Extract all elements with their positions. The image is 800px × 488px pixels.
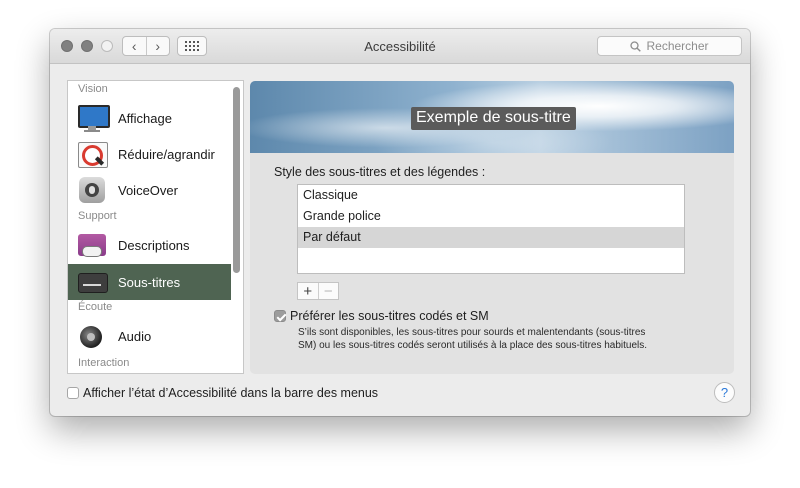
prefer-sdh-description: S’ils sont disponibles, les sous-titres … [298, 326, 698, 352]
sidebar-item-label: Audio [118, 328, 152, 344]
help-icon: ? [720, 385, 729, 400]
description-line: SM) ou les sous-titres codés seront util… [298, 340, 648, 351]
search-icon [630, 40, 642, 52]
preferences-window: ‹ › Accessibilité Rechercher Vision Affi… [50, 29, 750, 416]
display-icon [76, 102, 110, 134]
prefer-sdh-checkbox[interactable] [274, 310, 286, 322]
style-list-label: Style des sous-titres et des légendes : [274, 165, 486, 179]
sidebar-item-label: VoiceOver [118, 182, 178, 198]
sidebar-item-reduire-agrandir[interactable]: Réduire/agrandir [68, 136, 231, 172]
sidebar-item-voiceover[interactable]: VoiceOver [68, 172, 231, 208]
descriptions-icon [76, 229, 108, 261]
section-support: Support [78, 210, 117, 222]
add-style-button[interactable]: + [298, 283, 318, 300]
captions-panel: Exemple de sous-titre Style des sous-tit… [250, 81, 734, 374]
captions-icon [76, 266, 108, 298]
sidebar-item-label: Réduire/agrandir [118, 146, 215, 162]
add-remove-control: + − [297, 282, 339, 300]
sidebar: Vision Affichage Réduire/agrandir VoiceO… [67, 80, 244, 374]
preview-caption-text: Exemple de sous-titre [411, 107, 576, 130]
menu-status-checkbox[interactable] [67, 387, 79, 399]
section-ecoute: Écoute [78, 301, 113, 313]
search-placeholder: Rechercher [646, 39, 709, 53]
sidebar-item-audio[interactable]: Audio [68, 318, 231, 354]
sidebar-item-label: Affichage [118, 110, 172, 126]
sidebar-item-label: Sous-titres [118, 274, 181, 290]
description-line: S’ils sont disponibles, les sous-titres … [298, 327, 646, 338]
section-interaction: Interaction [78, 357, 130, 369]
zoom-icon [76, 138, 108, 170]
sidebar-item-descriptions[interactable]: Descriptions [68, 227, 231, 263]
list-item-classique[interactable]: Classique [298, 185, 684, 206]
remove-style-button[interactable]: − [317, 283, 339, 300]
list-item-grande-police[interactable]: Grande police [298, 206, 684, 227]
prefer-sdh-label: Préférer les sous-titres codés et SM [290, 309, 489, 323]
voiceover-icon [76, 174, 108, 206]
list-item-par-defaut[interactable]: Par défaut [298, 227, 684, 248]
style-list[interactable]: Classique Grande police Par défaut [297, 184, 685, 274]
menu-status-label: Afficher l’état d’Accessibilité dans la … [83, 386, 379, 400]
sidebar-item-affichage[interactable]: Affichage [68, 100, 231, 136]
speaker-icon [76, 320, 108, 352]
help-button[interactable]: ? [714, 382, 735, 403]
caption-preview: Exemple de sous-titre [250, 81, 734, 153]
sidebar-scrollbar[interactable] [233, 87, 240, 273]
search-field[interactable]: Rechercher [597, 36, 742, 56]
section-vision: Vision [78, 83, 108, 95]
sidebar-item-label: Descriptions [118, 237, 190, 253]
sidebar-item-sous-titres[interactable]: Sous-titres [68, 264, 231, 300]
titlebar: ‹ › Accessibilité Rechercher [50, 29, 750, 64]
